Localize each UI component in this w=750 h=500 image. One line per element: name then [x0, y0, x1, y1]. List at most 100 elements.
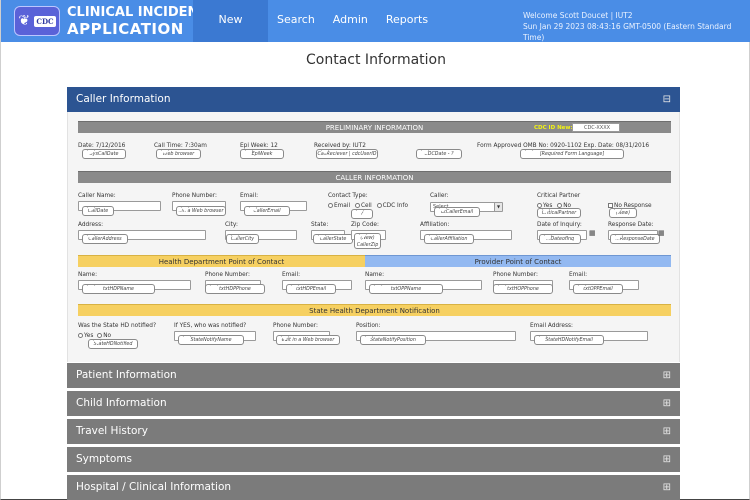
address-label: Address:	[78, 222, 104, 228]
chevron-down-icon[interactable]: ▼	[494, 203, 502, 211]
cdc-logo-text: CDC	[34, 15, 56, 27]
state-hd-notified-label: Was the State HD notified?	[78, 323, 157, 329]
app-title: CLINICAL INCIDENT APPLICATION	[67, 5, 207, 37]
calendar-icon[interactable]: ▦	[589, 229, 597, 237]
state-hd-notification-header: State Health Department Notification	[78, 304, 671, 316]
section-title: Provider Point of Contact	[474, 258, 562, 266]
radio-email-label: Email	[334, 203, 351, 209]
contact-type-label: Contact Type:	[328, 193, 368, 199]
panel-caller-information[interactable]: Caller Information ⊟	[67, 87, 680, 112]
received-by-tooltip: CallReciever | cdcUserID	[316, 149, 378, 159]
user-info: Welcome Scott Doucet | IUT2 Sun Jan 29 2…	[523, 10, 750, 43]
state-label: State:	[311, 222, 329, 228]
contact-type-tooltip: ?	[351, 209, 373, 219]
hd-phone-label: Phone Number:	[205, 272, 250, 278]
caller-information-header: CALLER INFORMATION	[78, 171, 671, 183]
eagle-icon: ❦	[18, 13, 31, 29]
panel-travel-history[interactable]: Travel History ⊞	[67, 419, 680, 444]
app-title-line1: CLINICAL INCIDENT	[67, 5, 208, 20]
panel-title: Travel History	[76, 425, 148, 437]
provider-poc-header: Provider Point of Contact	[365, 255, 671, 267]
health-department-poc-header: Health Department Point of Contact	[78, 255, 365, 267]
panel-patient-information[interactable]: Patient Information ⊞	[67, 363, 680, 388]
datetime-text: Sun Jan 29 2023 08:43:16 GMT-0500 (Easte…	[523, 22, 732, 42]
zip-tooltip-line1: (New)	[360, 236, 375, 241]
caller-name-tooltip: CallDate	[82, 206, 114, 216]
expand-icon[interactable]: ⊞	[663, 363, 671, 388]
state-hd-notified-tooltip: StateHDNotified	[88, 339, 138, 349]
radio-no[interactable]	[97, 333, 103, 338]
position-label: Position:	[356, 323, 381, 329]
caller-tooltip: dtCallerEmail	[434, 207, 480, 217]
expand-icon[interactable]: ⊞	[663, 419, 671, 444]
hd-name-label: Name:	[78, 272, 98, 278]
address-tooltip: CallerAddress	[82, 234, 128, 244]
state-email-tooltip: StateHDNotifyEmail	[534, 335, 604, 345]
caller-information-body: PRELIMINARY INFORMATION CDC ID New: CDC-…	[67, 112, 680, 362]
nav-reports[interactable]: Reports	[377, 0, 437, 42]
who-notified-label: If YES, who was notified?	[174, 323, 247, 329]
radio-cell[interactable]	[354, 203, 360, 208]
provider-email-label: Email:	[569, 272, 588, 278]
city-tooltip: CallerCity	[226, 234, 259, 244]
call-time-tooltip: Web browser	[156, 149, 201, 159]
affiliation-tooltip: CallerAffiliation	[424, 234, 474, 244]
city-label: City:	[225, 222, 238, 228]
phone-tooltip: ..in a Web browser	[176, 206, 226, 216]
zip-tooltip: (New) CallerZip	[354, 233, 381, 249]
hd-email-tooltip: txtHDPEmail	[286, 284, 336, 294]
affiliation-label: Affiliation:	[420, 222, 450, 228]
collapse-icon[interactable]: ⊟	[663, 87, 671, 112]
cdc-date-tooltip: CDCDate - ?	[416, 149, 462, 159]
who-notified-tooltip: StateNotifyName	[178, 335, 244, 345]
state-phone-label: Phone Number:	[273, 323, 318, 329]
epi-week-tooltip: EpiWeek	[240, 149, 284, 159]
panel-title: Child Information	[76, 397, 167, 409]
provider-name-label: Name:	[365, 272, 385, 278]
section-title: State Health Department Notification	[309, 307, 440, 315]
panel-child-information[interactable]: Child Information ⊞	[67, 391, 680, 416]
section-title: CALLER INFORMATION	[335, 174, 414, 182]
phone-label: Phone Number:	[172, 193, 217, 199]
provider-phone-tooltip: txtHOPPhone	[493, 284, 553, 294]
state-phone-tooltip: edit in a Web browser	[276, 335, 340, 345]
page-title: Contact Information	[306, 52, 446, 68]
expand-icon[interactable]: ⊞	[663, 447, 671, 472]
radio-yes[interactable]	[78, 333, 83, 338]
panel-title: Hospital / Clinical Information	[76, 481, 232, 493]
zip-tooltip-line2: CallerZip	[356, 243, 379, 248]
panel-hospital-clinical-information[interactable]: Hospital / Clinical Information ⊞	[67, 475, 680, 500]
panel-title: Patient Information	[76, 369, 177, 381]
caller-label: Caller:	[430, 193, 449, 199]
main-nav: New Contact Search Admin Reports	[193, 0, 437, 66]
welcome-text: Welcome Scott Doucet | IUT2	[523, 11, 633, 20]
state-tooltip: CallerState	[313, 234, 353, 244]
preliminary-information-header: PRELIMINARY INFORMATION CDC ID New: CDC-…	[78, 121, 671, 133]
nav-admin[interactable]: Admin	[324, 0, 377, 42]
nav-search[interactable]: Search	[268, 0, 324, 42]
expand-icon[interactable]: ⊞	[663, 391, 671, 416]
zip-label: Zip Code:	[351, 222, 379, 228]
panel-symptoms[interactable]: Symptoms ⊞	[67, 447, 680, 472]
radio-cdc-info-label: CDC Info	[382, 203, 408, 209]
radio-email[interactable]	[328, 203, 333, 208]
date-of-inquiry-label: Date of Inquiry:	[537, 222, 582, 228]
response-date-tooltip: ...ResponseDate	[610, 234, 660, 244]
hd-name-tooltip: txtHDPName	[82, 284, 155, 294]
nav-new-contact[interactable]: New Contact	[193, 0, 268, 66]
radio-cdc-info[interactable]	[376, 203, 382, 208]
date-of-inquiry-tooltip: ...DateofInq	[539, 234, 581, 244]
cdc-id-input[interactable]: CDC-XXXX	[572, 123, 620, 132]
email-label: Email:	[240, 193, 259, 199]
cdc-logo[interactable]: ❦ CDC	[14, 6, 60, 36]
app-title-line2: APPLICATION	[67, 20, 184, 38]
panel-title: Caller Information	[76, 93, 171, 105]
calendar-icon[interactable]: ▦	[658, 229, 666, 237]
response-date-label: Response Date:	[608, 222, 654, 228]
critical-partner-label: Critical Partner	[537, 193, 581, 199]
critical-partner-tooltip: CriticalPartner	[537, 208, 581, 218]
top-nav-bar: ❦ CDC CLINICAL INCIDENT APPLICATION New …	[1, 0, 750, 66]
panel-title: Symptoms	[76, 453, 133, 465]
expand-icon[interactable]: ⊞	[663, 475, 671, 500]
hd-email-label: Email:	[282, 272, 301, 278]
